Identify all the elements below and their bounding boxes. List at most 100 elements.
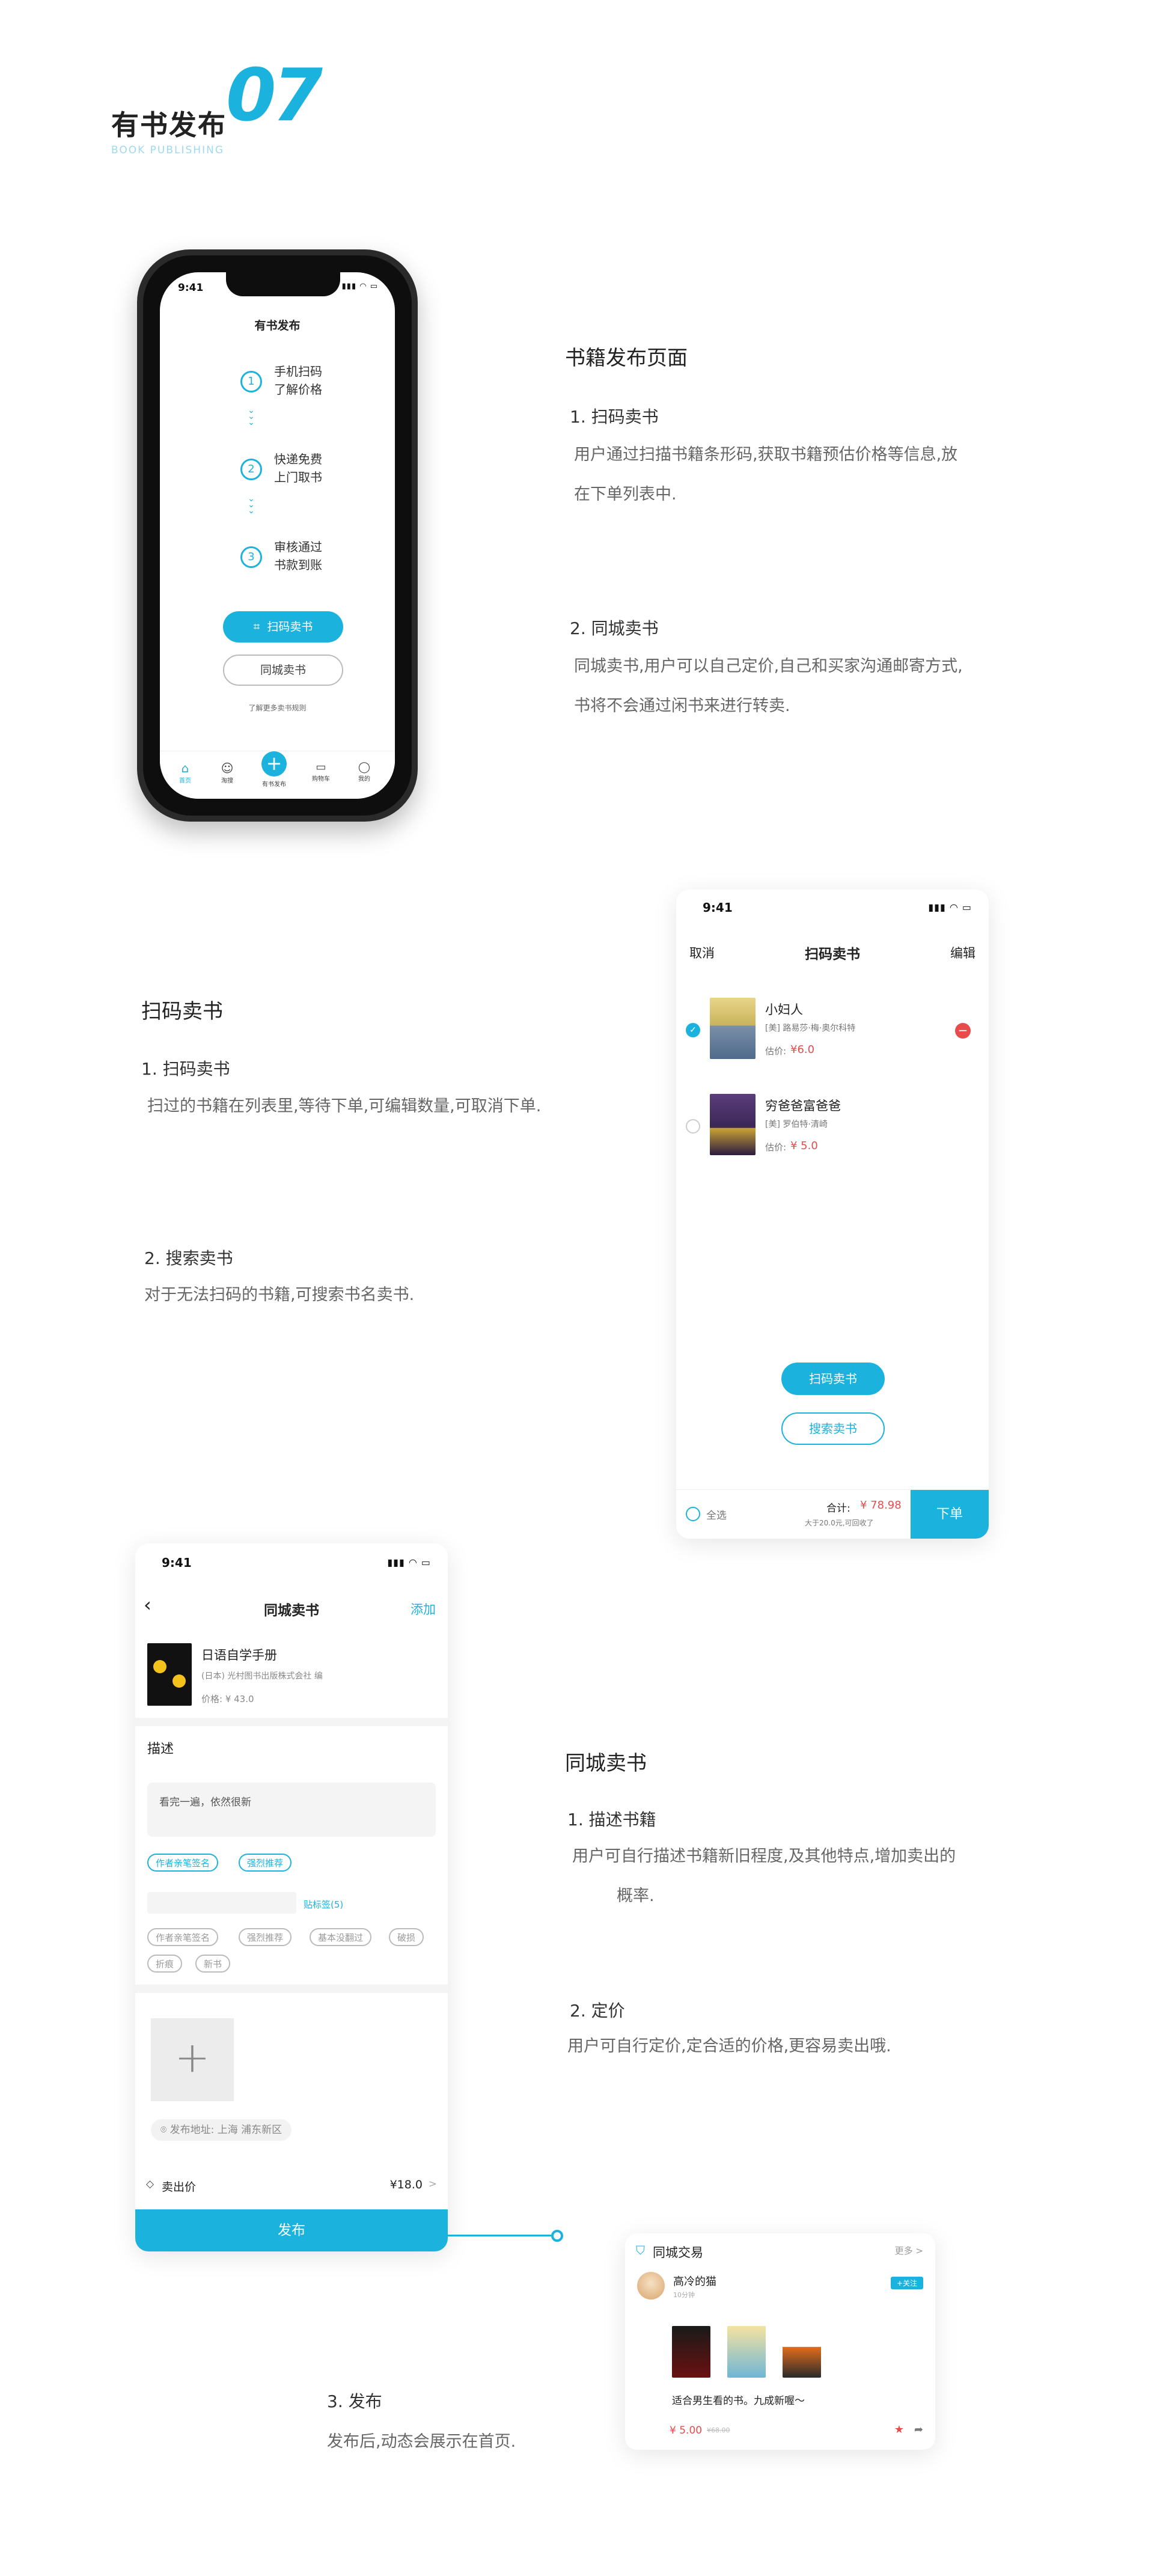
tag-option[interactable]: 作者亲笔签名 [147, 1928, 219, 1946]
user-icon: ◯ [358, 761, 371, 774]
list-item[interactable]: ✓ 小妇人 [美] 路易莎·梅·奥尔科特 估价: ¥6.0 − [676, 998, 989, 1070]
step-number: 1 [240, 371, 262, 392]
edit-button[interactable]: 编辑 [950, 944, 975, 962]
signal-icons: ▮▮▮ ◠ ▭ [928, 902, 972, 913]
list-item[interactable]: 穷爸爸富爸爸 [美] 罗伯特·清崎 估价: ¥ 5.0 [676, 1094, 989, 1166]
tab-home[interactable]: ⌂ 首页 [173, 761, 197, 784]
select-all-label: 全选 [706, 1510, 727, 1522]
page-title: 扫码卖书 [805, 947, 860, 962]
shield-icon: ⛉ [636, 2243, 645, 2257]
status-time: 9:41 [178, 282, 204, 294]
section2-item2-title: 2. 搜索卖书 [144, 1248, 233, 1268]
chevron-down-icon: ⌄ ⌄ ⌄ [248, 494, 255, 516]
more-link[interactable]: 更多 > [895, 2244, 923, 2257]
share-icon[interactable]: ➦ [914, 2423, 923, 2436]
rules-link[interactable]: 了解更多卖书规则 [160, 703, 395, 713]
description-input[interactable]: 看完一遍，依然很新 [147, 1783, 436, 1837]
order-button[interactable]: 下单 [911, 1490, 989, 1539]
tag-option[interactable]: 新书 [195, 1955, 231, 1973]
price-row[interactable]: ◇ 卖出价 ¥18.0 > [135, 2166, 448, 2209]
photo-panel: + ⌾ 发布地址: 上海 浦东新区 [135, 1993, 448, 2167]
section1-item1-title: 1. 扫码卖书 [570, 407, 659, 427]
add-button[interactable]: 添加 [411, 1600, 436, 1618]
chevron-right-icon: > [428, 2178, 437, 2190]
step-label: 审核通过 书款到账 [274, 540, 322, 572]
section3-heading: 同城卖书 [565, 1751, 647, 1775]
search-sell-button[interactable]: 搜索卖书 [781, 1412, 885, 1445]
page-title: 同城卖书 [264, 1603, 319, 1619]
book-publisher: (日本) 光村图书出版株式会社 编 [201, 1671, 323, 1681]
star-icon[interactable]: ★ [894, 2423, 904, 2436]
book-cover-image [727, 2326, 766, 2378]
book-author: [美] 路易莎·梅·奥尔科特 [765, 1024, 856, 1033]
tab-me[interactable]: ◯ 我的 [352, 761, 376, 783]
tab-search[interactable]: ☺ 淘搜 [215, 761, 239, 784]
book-title: 日语自学手册 [201, 1648, 277, 1662]
tab-cart[interactable]: ▭ 购物车 [308, 761, 334, 783]
checkbox-unchecked-icon[interactable] [686, 1119, 700, 1134]
section3-item1-title: 1. 描述书籍 [567, 1810, 656, 1830]
phone-notch [226, 272, 340, 296]
tab-publish[interactable]: + 有书发布 [256, 751, 292, 788]
connector-line [448, 2235, 551, 2236]
select-all-checkbox[interactable] [686, 1507, 700, 1521]
address-chip[interactable]: ⌾ 发布地址: 上海 浦东新区 [151, 2119, 292, 2141]
section3-item2-text: 用户可自行定价,定合适的价格,更容易卖出哦. [567, 2037, 891, 2056]
tag-option[interactable]: 破损 [389, 1928, 424, 1946]
chevron-down-icon: ⌄ ⌄ ⌄ [248, 406, 255, 427]
user-meta: 10分钟 [673, 2291, 695, 2299]
tag-option[interactable]: 强烈推荐 [239, 1928, 292, 1946]
scan-sell-button[interactable]: 扫码卖书 [781, 1363, 885, 1395]
home-icon: ⌂ [181, 761, 189, 775]
feed-price: ¥ 5.00 [670, 2425, 703, 2437]
section3-item3-text: 发布后,动态会展示在首页. [327, 2432, 516, 2451]
book-title: 穷爸爸富爸爸 [765, 1099, 841, 1113]
total-note: 大于20.0元,可回收了 [805, 1519, 874, 1527]
tag-icon: ◇ [146, 2178, 154, 2190]
description-panel: 描述 看完一遍，依然很新 作者亲笔签名 强烈推荐 贴标签(5) 作者亲笔签名 强… [135, 1726, 448, 1985]
scan-sell-screen: 9:41 ▮▮▮ ◠ ▭ 取消 扫码卖书 编辑 ✓ 小妇人 [美] 路易莎·梅·… [676, 890, 989, 1539]
feed-title: 同城交易 [653, 2245, 703, 2260]
book-price: 价格: ¥ 43.0 [201, 1694, 254, 1705]
phone-bezel: 9:41 ▮▮▮ ◠ ▭ 有书发布 1 手机扫码 了解价格 ⌄ ⌄ ⌄ 2 快递免费上… [143, 255, 412, 816]
publish-button[interactable]: 发布 [135, 2209, 448, 2251]
checkbox-checked-icon[interactable]: ✓ [686, 1023, 700, 1037]
location-icon: ⌾ [160, 2124, 170, 2136]
add-photo-button[interactable]: + [151, 2018, 234, 2101]
tag-option[interactable]: 基本没翻过 [310, 1928, 372, 1946]
book-icon: ▭ [316, 761, 326, 774]
book-cover-image [783, 2326, 821, 2378]
section2-item1-title: 1. 扫码卖书 [141, 1059, 230, 1079]
selected-tag[interactable]: 强烈推荐 [239, 1854, 292, 1872]
custom-tag-input[interactable] [147, 1892, 296, 1914]
section2-heading: 扫码卖书 [141, 1000, 223, 1024]
phone-mockup: 9:41 ▮▮▮ ◠ ▭ 有书发布 1 手机扫码 了解价格 ⌄ ⌄ ⌄ 2 快递免费上… [137, 249, 418, 822]
avatar[interactable] [637, 2272, 665, 2300]
selected-tag[interactable]: 作者亲笔签名 [147, 1854, 219, 1872]
remove-icon[interactable]: − [955, 1023, 971, 1039]
scan-sell-button[interactable]: ⌗ 扫码卖书 [223, 611, 343, 642]
section1-item1-text: 用户通过扫描书籍条形码,获取书籍预估价格等信息,放 在下单列表中. [574, 445, 958, 504]
step-number: 3 [240, 546, 262, 568]
signal-icons: ▮▮▮ ◠ ▭ [341, 282, 378, 291]
book-cover-image [672, 2326, 710, 2378]
follow-button[interactable]: +关注 [890, 2277, 923, 2289]
book-cover-image [710, 1094, 756, 1155]
face-icon: ☺ [221, 761, 234, 775]
city-sell-button[interactable]: 同城卖书 [223, 655, 343, 686]
plus-icon: + [261, 751, 287, 777]
signal-icons: ▮▮▮ ◠ ▭ [387, 1557, 431, 1568]
status-time: 9:41 [703, 900, 733, 915]
book-price: ¥6.0 [790, 1043, 815, 1056]
section-number: 07 [226, 54, 323, 138]
feed-old-price: ¥68.00 [707, 2426, 730, 2434]
tag-option[interactable]: 折痕 [147, 1955, 183, 1973]
custom-tag-button[interactable]: 贴标签(5) [304, 1898, 343, 1911]
tab-bar: ⌂ 首页 ☺ 淘搜 + 有书发布 ▭ 购物车 ◯ 我的 [160, 751, 395, 799]
city-trade-feed-card[interactable]: ⛉ 同城交易 更多 > 高冷的猫 10分钟 +关注 适合男生看的书。九成新喔～ … [625, 2233, 935, 2450]
phone-screen: 9:41 ▮▮▮ ◠ ▭ 有书发布 1 手机扫码 了解价格 ⌄ ⌄ ⌄ 2 快递免费上… [160, 272, 395, 799]
section3-item3-title: 3. 发布 [327, 2391, 382, 2411]
book-cover-image [710, 998, 756, 1059]
step-label: 快递免费 上门取书 [274, 452, 322, 484]
price-label: 估价: [765, 1142, 787, 1153]
